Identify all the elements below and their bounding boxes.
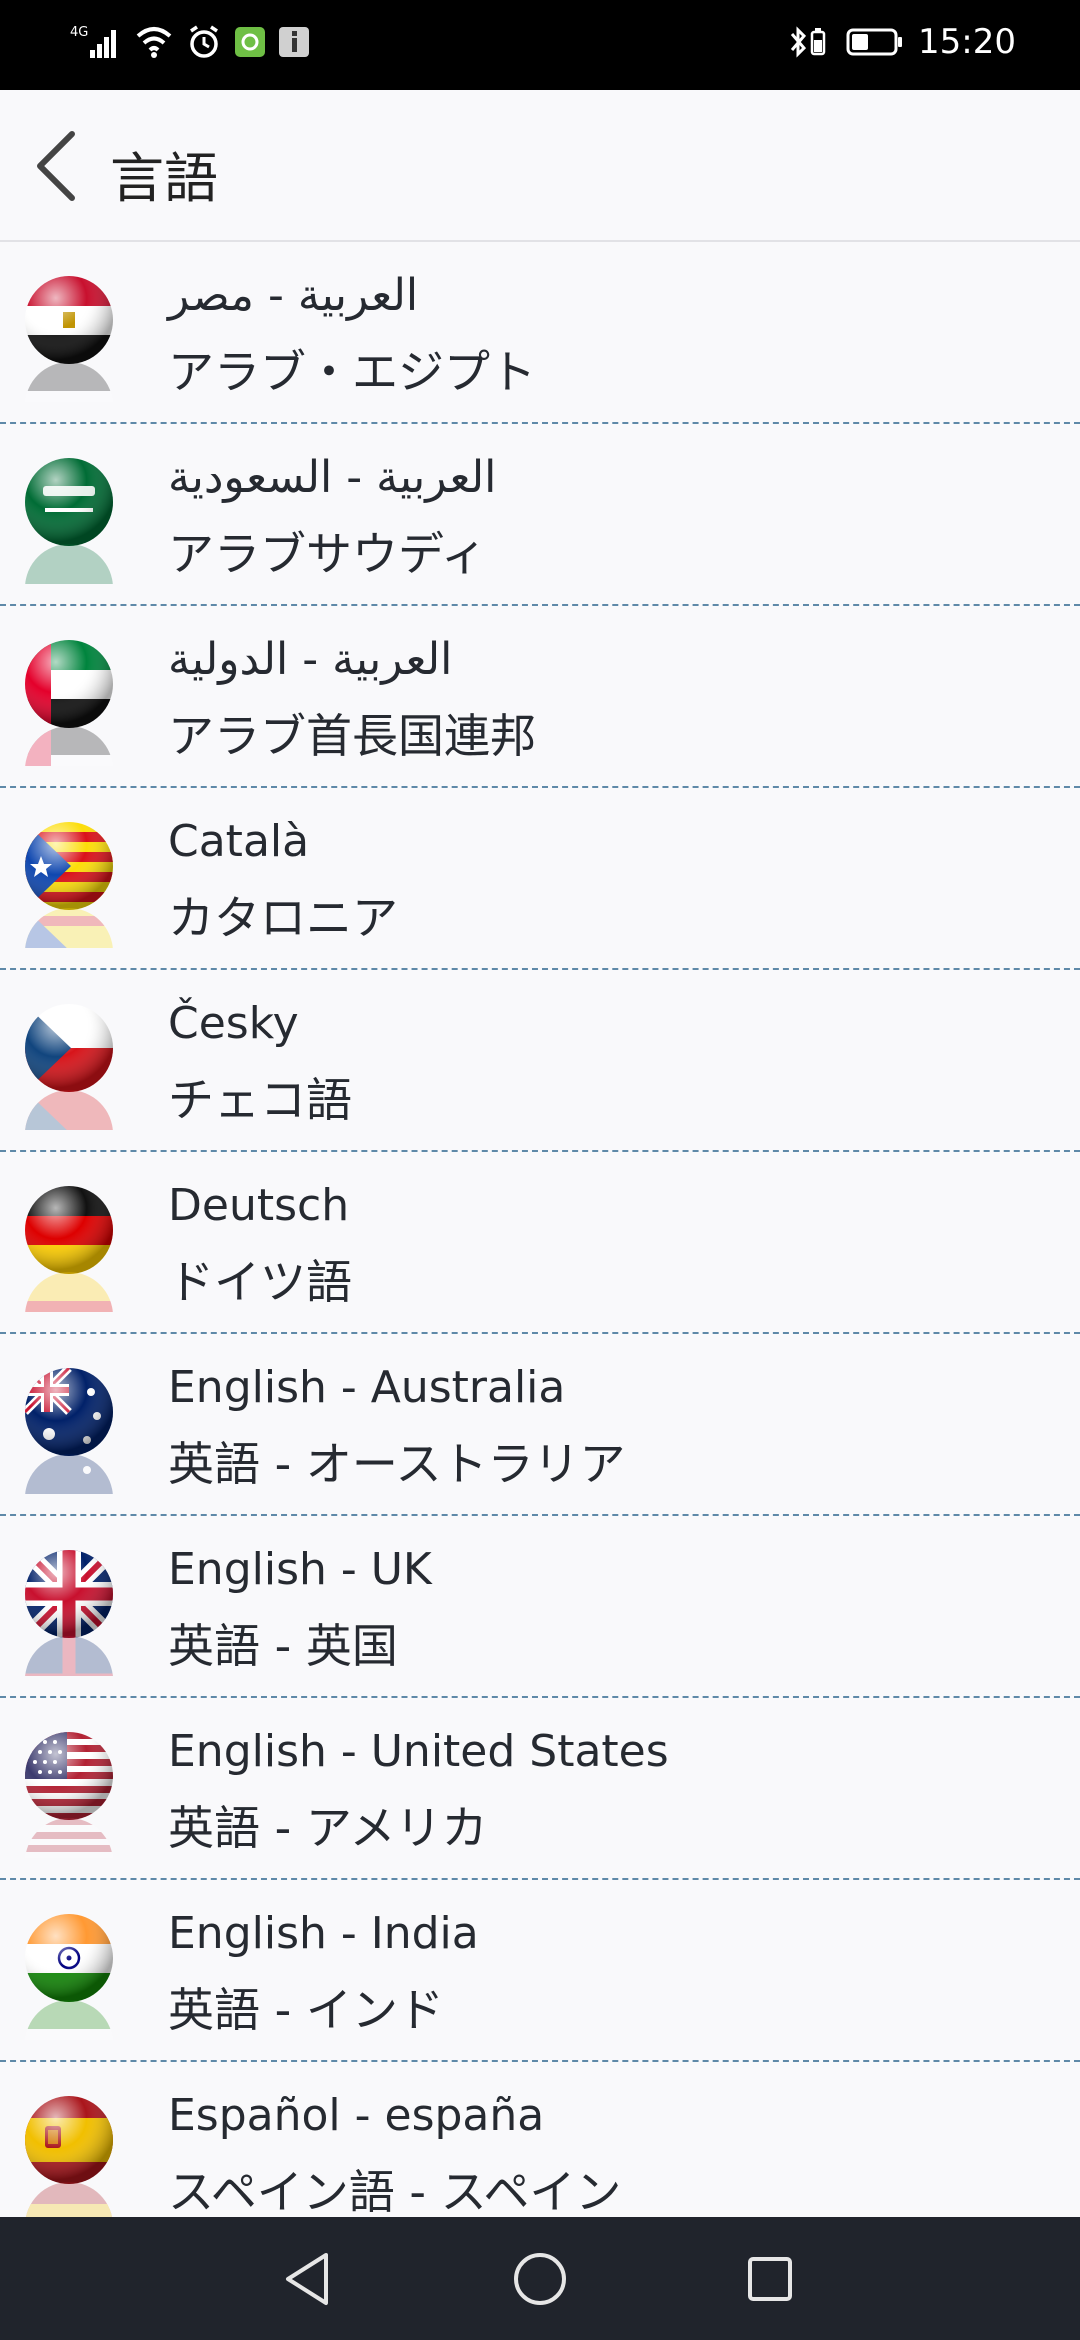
signal-icon: 4G bbox=[70, 25, 116, 58]
spain-flag-icon bbox=[25, 2096, 113, 2184]
info-notification-icon bbox=[279, 27, 309, 57]
flag-reflection bbox=[25, 908, 113, 948]
language-translated-name: ドイツ語 bbox=[168, 1255, 352, 1309]
saudi-arabia-flag-icon bbox=[25, 458, 113, 546]
language-item-spanish-spain[interactable]: Español - españa スペイン語 - スペイン bbox=[0, 2062, 1080, 2217]
system-navigation-bar bbox=[0, 2217, 1080, 2340]
language-native-name: English - India bbox=[168, 1908, 479, 1959]
bluetooth-battery-icon bbox=[790, 26, 826, 58]
language-translated-name: 英語 - インド bbox=[168, 1983, 444, 2037]
language-translated-name: 英語 - 英国 bbox=[168, 1619, 398, 1673]
flag-reflection bbox=[25, 1272, 113, 1312]
language-translated-name: アラブサウディ bbox=[168, 527, 487, 581]
flag-reflection bbox=[25, 1636, 113, 1676]
flag-reflection bbox=[25, 362, 113, 402]
language-native-name: Español - españa bbox=[168, 2090, 545, 2141]
page-title: 言語 bbox=[110, 147, 218, 210]
language-item-arabic-uae[interactable]: العربية - الدولية アラブ首長国連邦 bbox=[0, 606, 1080, 788]
usa-flag-icon bbox=[25, 1732, 113, 1820]
language-item-german[interactable]: Deutsch ドイツ語 bbox=[0, 1152, 1080, 1334]
language-native-name: Català bbox=[168, 816, 310, 867]
battery-icon bbox=[846, 28, 903, 56]
app-header: 言語 bbox=[0, 90, 1080, 242]
language-item-english-uk[interactable]: English - UK 英語 - 英国 bbox=[0, 1516, 1080, 1698]
flag-reflection bbox=[25, 2000, 113, 2040]
nav-recents-icon[interactable] bbox=[738, 2247, 802, 2311]
germany-flag-icon bbox=[25, 1186, 113, 1274]
czech-flag-icon bbox=[25, 1004, 113, 1092]
alarm-icon bbox=[190, 25, 218, 58]
language-translated-name: スペイン語 - スペイン bbox=[168, 2165, 622, 2217]
nav-home-icon[interactable] bbox=[508, 2247, 572, 2311]
flag-reflection bbox=[25, 726, 113, 766]
wifi-icon bbox=[136, 27, 172, 58]
language-translated-name: カタロニア bbox=[168, 891, 398, 945]
language-native-name: العربية - مصر bbox=[168, 270, 419, 321]
nav-back-icon[interactable] bbox=[276, 2247, 340, 2311]
language-native-name: English - UK bbox=[168, 1544, 432, 1595]
app-notification-icon bbox=[235, 27, 265, 57]
language-item-english-us[interactable]: English - United States 英語 - アメリカ bbox=[0, 1698, 1080, 1880]
language-native-name: English - United States bbox=[168, 1726, 669, 1777]
language-item-english-australia[interactable]: English - Australia 英語 - オーストラリア bbox=[0, 1334, 1080, 1516]
language-item-czech[interactable]: Česky チェコ語 bbox=[0, 970, 1080, 1152]
flag-reflection bbox=[25, 2182, 113, 2217]
language-translated-name: アラブ・エジプト bbox=[168, 345, 536, 399]
uk-flag-icon bbox=[25, 1550, 113, 1638]
australia-flag-icon bbox=[25, 1368, 113, 1456]
catalonia-flag-icon bbox=[25, 822, 113, 910]
flag-reflection bbox=[25, 1818, 113, 1858]
uae-flag-icon bbox=[25, 640, 113, 728]
india-flag-icon bbox=[25, 1914, 113, 2002]
flag-reflection bbox=[25, 544, 113, 584]
language-item-english-india[interactable]: English - India 英語 - インド bbox=[0, 1880, 1080, 2062]
language-item-catalan[interactable]: Català カタロニア bbox=[0, 788, 1080, 970]
flag-reflection bbox=[25, 1454, 113, 1494]
language-item-arabic-egypt[interactable]: العربية - مصر アラブ・エジプト bbox=[0, 242, 1080, 424]
language-translated-name: アラブ首長国連邦 bbox=[168, 709, 536, 763]
language-native-name: العربية - الدولية bbox=[168, 634, 453, 685]
status-left-icons: 4G bbox=[70, 22, 310, 62]
language-translated-name: 英語 - アメリカ bbox=[168, 1801, 488, 1855]
language-translated-name: チェコ語 bbox=[168, 1073, 352, 1127]
status-time: 15:20 bbox=[918, 22, 1016, 62]
language-native-name: English - Australia bbox=[168, 1362, 566, 1413]
network-type-label: 4G bbox=[70, 25, 88, 40]
language-list: العربية - مصر アラブ・エジプト العربية - السعودي… bbox=[0, 242, 1080, 2217]
status-right-icons: 15:20 bbox=[788, 22, 1016, 62]
language-native-name: العربية - السعودية bbox=[168, 452, 497, 503]
back-arrow-icon[interactable] bbox=[28, 126, 84, 206]
language-native-name: Česky bbox=[168, 998, 299, 1049]
language-translated-name: 英語 - オーストラリア bbox=[168, 1437, 626, 1491]
egypt-flag-icon bbox=[25, 276, 113, 364]
language-item-arabic-saudi[interactable]: العربية - السعودية アラブサウディ bbox=[0, 424, 1080, 606]
language-native-name: Deutsch bbox=[168, 1180, 350, 1231]
status-bar: 4G 15:20 bbox=[0, 0, 1080, 90]
flag-reflection bbox=[25, 1090, 113, 1130]
